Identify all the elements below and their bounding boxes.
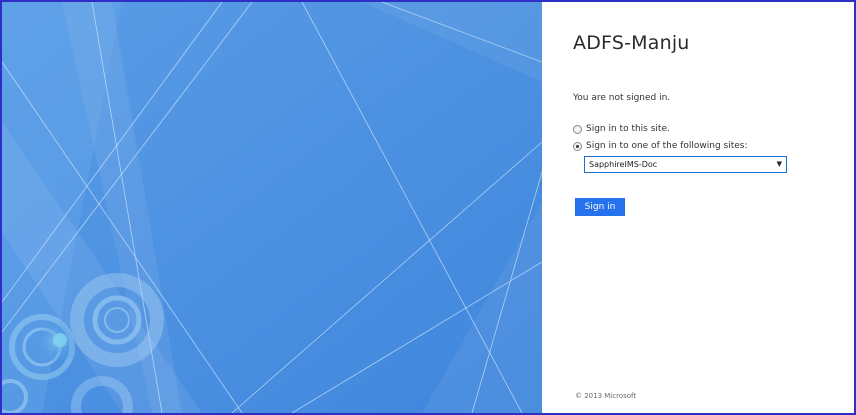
dropdown-arrow-icon: ▼	[776, 160, 782, 168]
window-frame: ADFS-Manju You are not signed in. Sign i…	[0, 0, 856, 415]
site-select[interactable]: SapphireIMS-Doc ▼	[584, 156, 787, 173]
sign-in-panel: ADFS-Manju You are not signed in. Sign i…	[542, 2, 854, 413]
radio-checked-icon[interactable]	[573, 141, 582, 151]
abstract-lines-art	[2, 2, 542, 413]
site-select-value: SapphireIMS-Doc	[589, 160, 658, 169]
background-illustration	[2, 2, 542, 413]
page-title: ADFS-Manju	[573, 32, 690, 54]
sign-in-button[interactable]: Sign in	[575, 198, 625, 216]
copyright-footer: © 2013 Microsoft	[575, 392, 637, 400]
option-label: Sign in to one of the following sites:	[586, 141, 748, 151]
option-label: Sign in to this site.	[586, 124, 670, 134]
radio-unchecked-icon[interactable]	[573, 124, 582, 134]
sign-in-status: You are not signed in.	[573, 93, 671, 103]
option-sign-in-this-site[interactable]: Sign in to this site.	[573, 124, 670, 134]
option-sign-in-other-site[interactable]: Sign in to one of the following sites:	[573, 141, 748, 151]
